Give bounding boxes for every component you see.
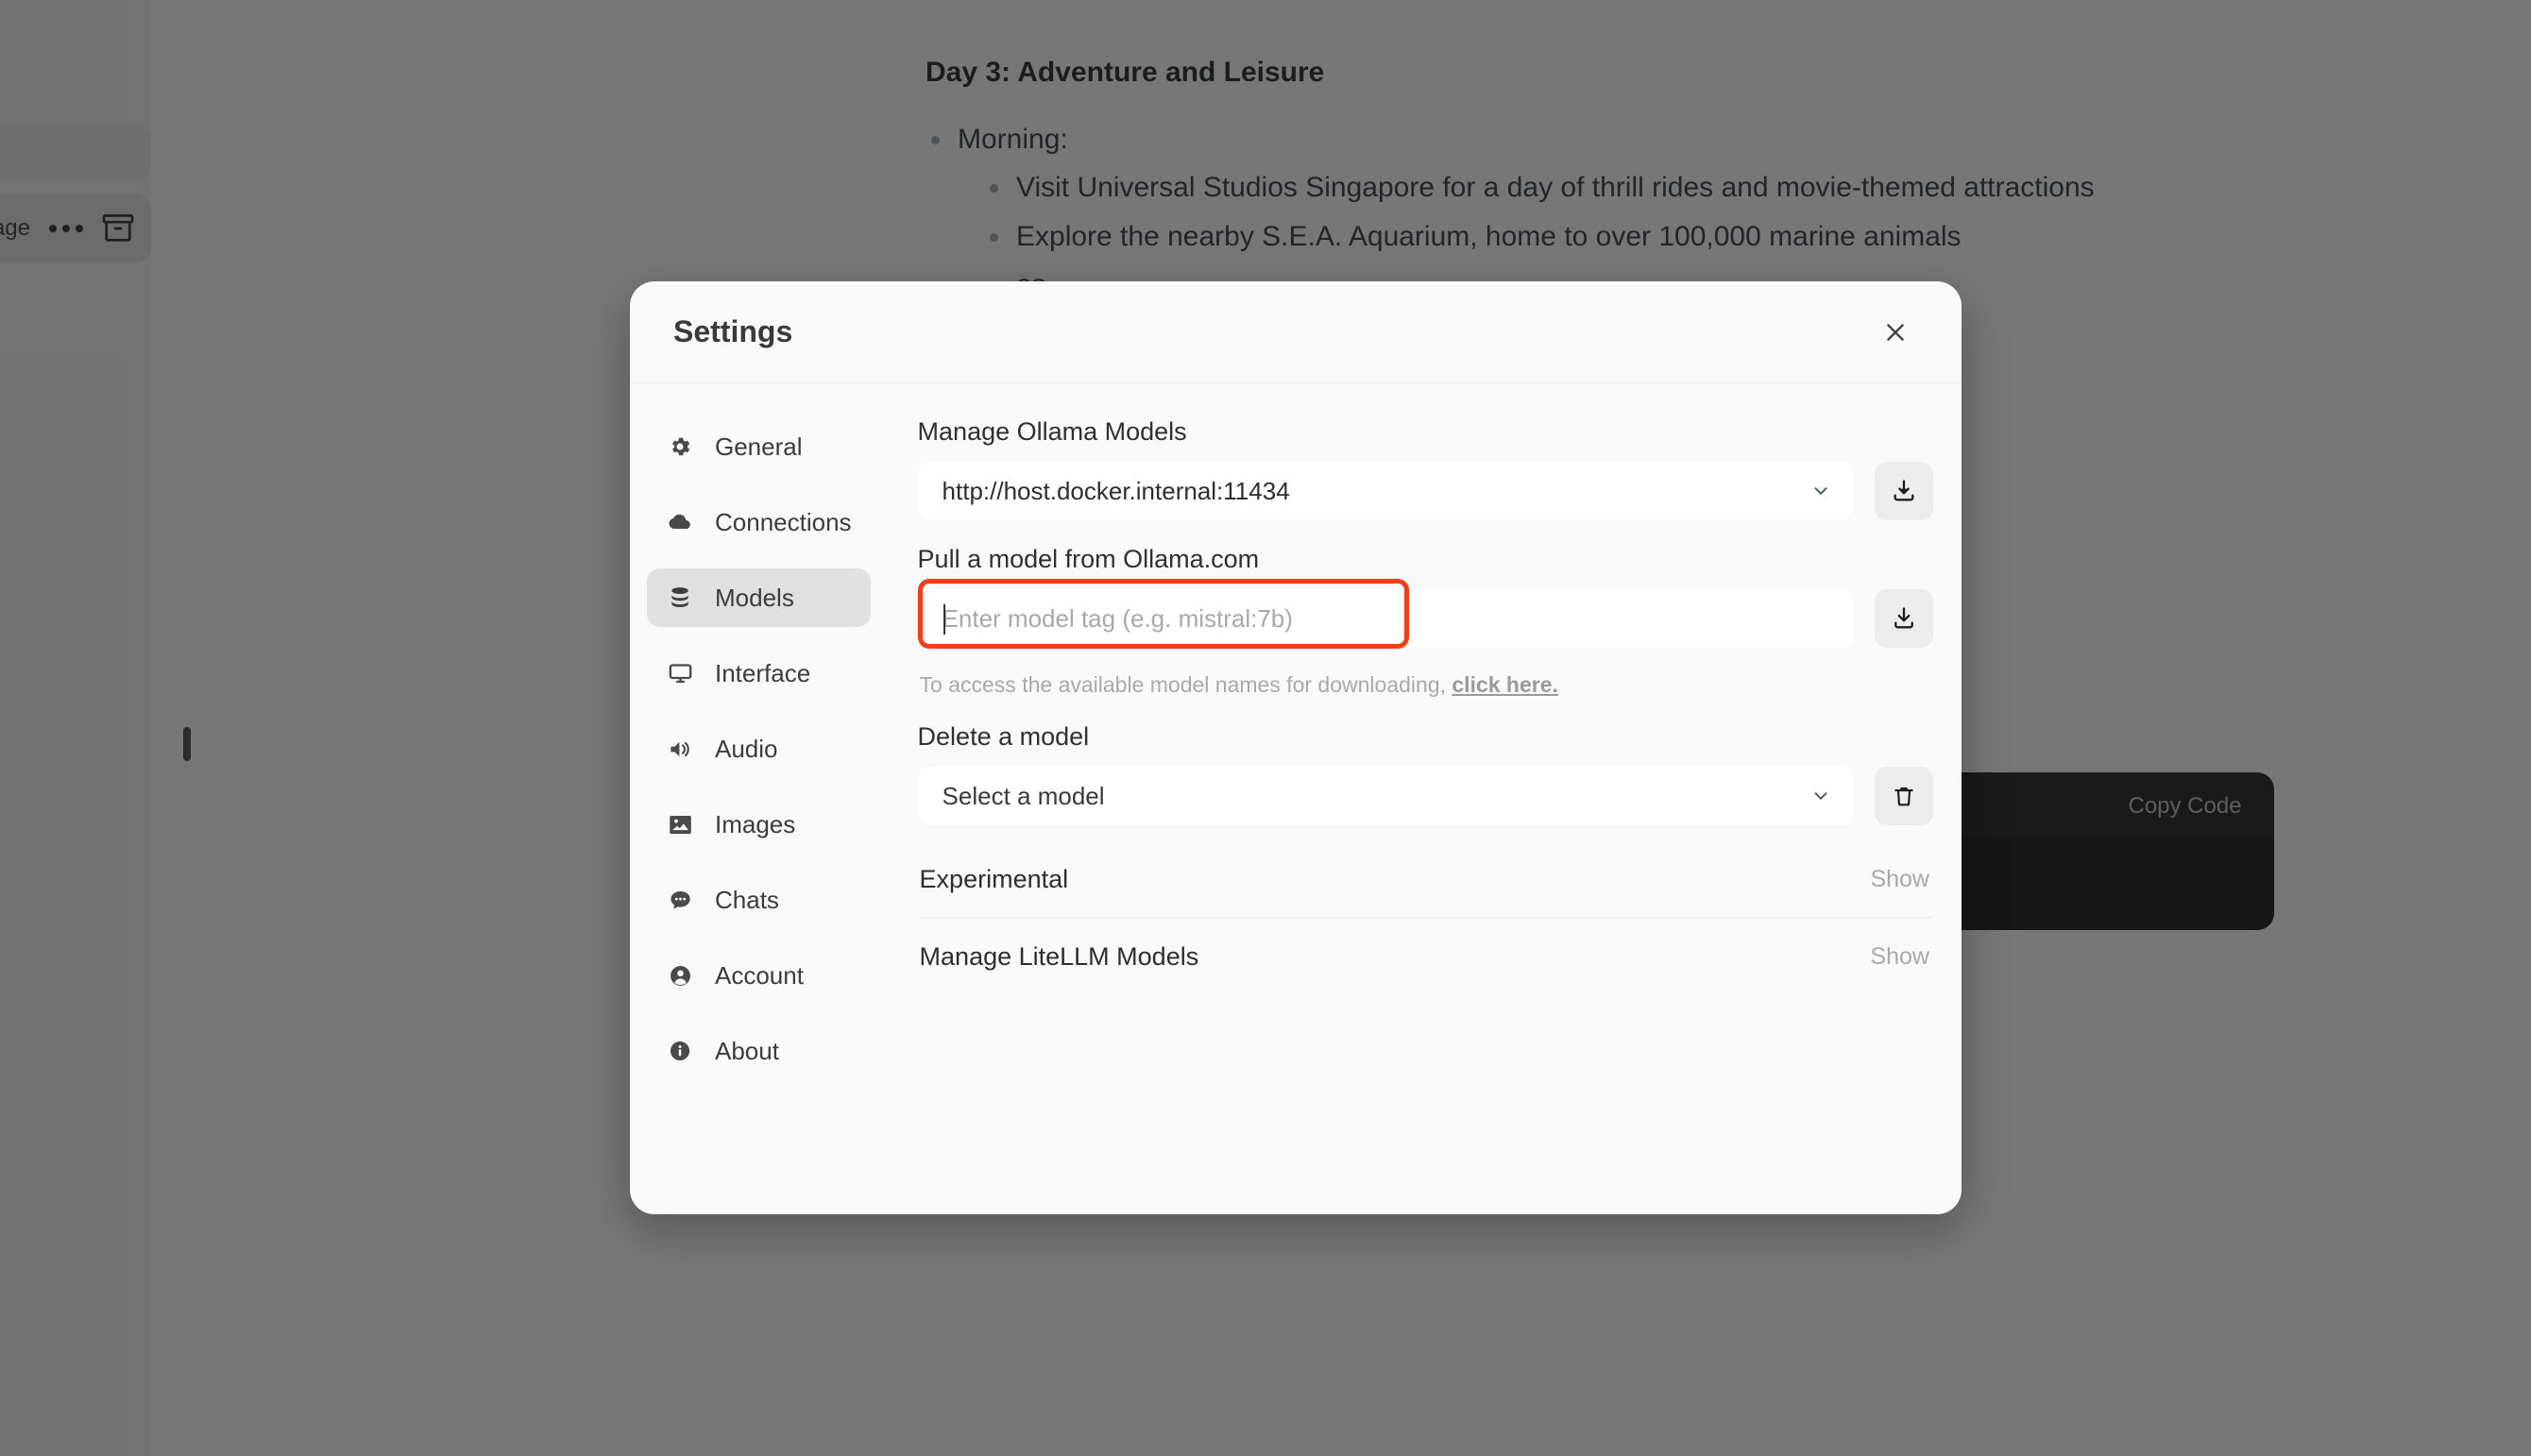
ollama-url-value: http://host.docker.internal:11434 xyxy=(943,477,1290,506)
pull-model-row xyxy=(918,589,1933,648)
pull-model-label: Pull a model from Ollama.com xyxy=(918,545,1933,574)
cloud-icon xyxy=(666,508,694,536)
page-title: Settings xyxy=(673,314,792,349)
chat-icon xyxy=(666,886,694,914)
sidebar-item-interface[interactable]: Interface xyxy=(647,644,871,703)
pull-model-hint: To access the available model names for … xyxy=(920,672,1933,698)
sidebar-item-chats[interactable]: Chats xyxy=(647,871,871,929)
image-icon xyxy=(666,810,694,838)
close-button[interactable] xyxy=(1875,312,1916,353)
speaker-icon xyxy=(666,735,694,763)
sidebar-item-about[interactable]: About xyxy=(647,1022,871,1080)
delete-model-row: Select a model xyxy=(918,767,1933,825)
sidebar-item-label: Models xyxy=(715,584,794,613)
ollama-url-select[interactable]: http://host.docker.internal:11434 xyxy=(918,462,1854,520)
info-icon xyxy=(666,1037,694,1065)
litellm-row[interactable]: Manage LiteLLM Models Show xyxy=(918,927,1933,987)
experimental-label: Experimental xyxy=(920,865,1069,894)
experimental-row[interactable]: Experimental Show xyxy=(918,850,1933,909)
modal-header: Settings xyxy=(630,281,1962,383)
text-caret xyxy=(943,604,945,635)
download-icon xyxy=(1891,605,1917,632)
sidebar-item-label: General xyxy=(715,432,803,462)
litellm-label: Manage LiteLLM Models xyxy=(920,942,1199,972)
trash-icon xyxy=(1892,784,1916,808)
user-icon xyxy=(666,961,694,990)
database-icon xyxy=(666,584,694,612)
close-icon xyxy=(1883,320,1908,345)
settings-nav: General Connections Mo xyxy=(630,417,892,1214)
delete-model-label: Delete a model xyxy=(918,722,1933,752)
sidebar-item-account[interactable]: Account xyxy=(647,946,871,1005)
chevron-down-icon xyxy=(1810,481,1831,501)
ollama-url-row: http://host.docker.internal:11434 xyxy=(918,462,1933,520)
hint-text-label: To access the available model names for … xyxy=(920,672,1446,697)
sidebar-item-label: Account xyxy=(715,961,804,990)
click-here-link[interactable]: click here. xyxy=(1452,672,1558,697)
modal-body: General Connections Mo xyxy=(630,383,1962,1214)
sidebar-item-label: Chats xyxy=(715,886,779,915)
sidebar-item-general[interactable]: General xyxy=(647,417,871,476)
delete-model-button[interactable] xyxy=(1875,767,1933,825)
settings-content-models: Manage Ollama Models http://host.docker.… xyxy=(892,417,1962,1214)
sidebar-item-label: Interface xyxy=(715,659,810,688)
sidebar-item-connections[interactable]: Connections xyxy=(647,493,871,551)
sync-models-button[interactable] xyxy=(1875,462,1933,520)
chevron-down-icon xyxy=(1810,786,1831,806)
sidebar-item-label: Images xyxy=(715,810,795,839)
delete-model-value: Select a model xyxy=(943,782,1105,811)
settings-modal: Settings General xyxy=(630,281,1962,1214)
pull-model-button[interactable] xyxy=(1875,589,1933,648)
sidebar-item-audio[interactable]: Audio xyxy=(647,720,871,778)
section-divider xyxy=(918,917,1933,918)
sidebar-item-images[interactable]: Images xyxy=(647,795,871,854)
sidebar-item-label: About xyxy=(715,1037,779,1066)
gear-icon xyxy=(666,432,694,461)
sidebar-item-label: Connections xyxy=(715,508,852,537)
pull-model-input[interactable] xyxy=(918,589,1854,648)
litellm-show-button[interactable]: Show xyxy=(1870,943,1929,971)
sidebar-item-models[interactable]: Models xyxy=(647,568,871,627)
delete-model-select[interactable]: Select a model xyxy=(918,767,1854,825)
pull-model-input-wrap xyxy=(918,589,1854,648)
download-filled-icon xyxy=(1891,478,1917,504)
monitor-icon xyxy=(666,659,694,687)
manage-ollama-label: Manage Ollama Models xyxy=(918,417,1933,447)
experimental-show-button[interactable]: Show xyxy=(1870,866,1929,893)
sidebar-item-label: Audio xyxy=(715,735,778,764)
